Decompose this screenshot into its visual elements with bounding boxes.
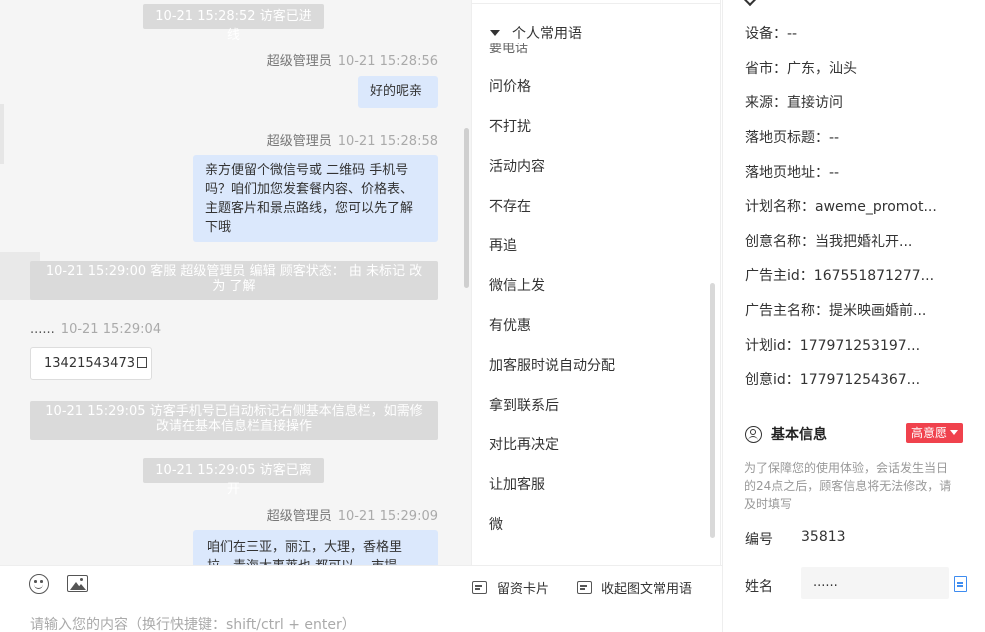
phone-message[interactable]: 13421543473 — [30, 347, 152, 380]
info-row-landing-title: 落地页标题：-- — [745, 130, 840, 146]
user-circle-icon — [745, 425, 762, 443]
info-row-creative-name: 创意名称：当我把婚礼开... — [745, 234, 913, 250]
phrase-item[interactable]: 加客服时说自动分配 — [489, 355, 615, 375]
system-message: 10-21 15:28:52 访客已进线 — [143, 4, 324, 43]
phrase-item[interactable]: 不存在 — [489, 196, 531, 216]
phrase-item[interactable]: 拿到联系后 — [489, 395, 559, 415]
personal-phrase-header[interactable]: 个人常用语 — [490, 23, 690, 43]
id-value: 35813 — [801, 529, 846, 545]
basic-info-header: 基本信息 — [745, 424, 827, 444]
info-row-advertiser-name: 广告主名称：提米映画婚前... — [745, 303, 927, 319]
phrase-item[interactable]: 问价格 — [489, 76, 531, 96]
info-row-advertiser-id: 广告主id：167551871277... — [745, 268, 935, 284]
composer: 留资卡片 收起图文常用语 请输入您的内容（换行快捷键：shift/ctrl + … — [0, 565, 722, 632]
edit-notice: 为了保障您的使用体验，会话发生当日 的24点之后，顾客信息将无法修改，请 及时填… — [744, 461, 952, 511]
system-message: 10-21 15:29:05 访客已离开 — [143, 458, 324, 497]
collapse-phrases-button[interactable]: 收起图文常用语 — [577, 578, 692, 597]
edit-icon[interactable] — [954, 576, 967, 592]
message-icon — [577, 581, 592, 594]
menu-scrollbar[interactable] — [710, 283, 715, 538]
info-row-creative-id: 创意id：177971254367... — [745, 372, 921, 388]
caret-down-icon — [490, 30, 500, 36]
id-label: 编号 — [745, 532, 773, 548]
message-bubble: 咱们在三亚，丽江，大理，香格里 拉，青海大事莱也 都可以… 市提 — [193, 530, 438, 565]
name-field[interactable]: ...... — [801, 567, 949, 599]
menu-top-border — [472, 0, 720, 4]
visitor-meta: ...... 10-21 15:29:04 — [30, 322, 162, 337]
caret-down-icon — [950, 430, 959, 435]
phrase-item[interactable]: 再追 — [489, 235, 517, 255]
message-meta: 超级管理员 10-21 15:29:09 — [266, 509, 438, 524]
phrase-item[interactable]: 不打扰 — [489, 116, 531, 136]
chat-panel: 10-21 15:28:52 访客已进线 超级管理员 10-21 15:28:56… — [0, 0, 471, 565]
info-row-region: 省市：广东，汕头 — [745, 61, 857, 77]
chevron-down-icon[interactable] — [742, 0, 758, 7]
emoji-icon[interactable] — [29, 574, 49, 594]
system-message: 10-21 15:29:00 客服 超级管理员 编辑 顾客状态： 由 未标记 改… — [30, 261, 438, 300]
phrase-item[interactable]: 让加客服 — [489, 474, 545, 494]
system-message: 10-21 15:29:05 访客手机号已自动标记右侧基本信息栏，如需修 改请在… — [30, 401, 438, 440]
phrase-item[interactable]: 微 — [489, 514, 503, 534]
customer-info-panel: 设备：-- 省市：广东，汕头 来源：直接访问 落地页标题：-- 落地页地址：--… — [722, 0, 985, 632]
info-row-source: 来源：直接访问 — [745, 95, 843, 111]
chat-scrollbar[interactable] — [464, 128, 469, 288]
message-input[interactable]: 请输入您的内容（换行快捷键：shift/ctrl + enter） — [30, 614, 356, 632]
image-icon[interactable] — [67, 575, 88, 592]
message-meta: 超级管理员 10-21 15:28:58 — [266, 134, 438, 149]
phrase-item[interactable]: 对比再决定 — [489, 434, 559, 454]
intent-badge[interactable]: 高意愿 — [906, 423, 964, 443]
lead-card-button[interactable]: 留资卡片 — [472, 578, 549, 597]
left-edge-bar — [0, 104, 4, 164]
phrase-panel: 要电话 个人常用语 问价格 不打扰 活动内容 不存在 再追 微信上发 有优惠 加… — [471, 0, 721, 565]
info-row-device: 设备：-- — [745, 26, 798, 42]
info-row-plan-name: 计划名称：aweme_promot... — [745, 199, 937, 215]
info-row-landing-url: 落地页地址：-- — [745, 165, 840, 181]
phrase-item[interactable]: 微信上发 — [489, 275, 545, 295]
card-icon — [472, 581, 487, 594]
info-row-plan-id: 计划id：177971253197... — [745, 338, 921, 354]
copy-icon[interactable] — [136, 357, 147, 368]
name-label: 姓名 — [745, 579, 773, 595]
phrase-item[interactable]: 有优惠 — [489, 315, 531, 335]
chat-workspace: 10-21 15:28:52 访客已进线 超级管理员 10-21 15:28:56… — [0, 0, 985, 632]
message-bubble: 亲方便留个微信号或 二维码 手机号 吗？咱们加您发套餐内容、价格表、 主题客片和… — [193, 155, 438, 242]
phrase-item[interactable]: 活动内容 — [489, 156, 545, 176]
message-meta: 超级管理员 10-21 15:28:56 — [266, 54, 438, 69]
message-bubble: 好的呢亲 — [358, 76, 438, 108]
